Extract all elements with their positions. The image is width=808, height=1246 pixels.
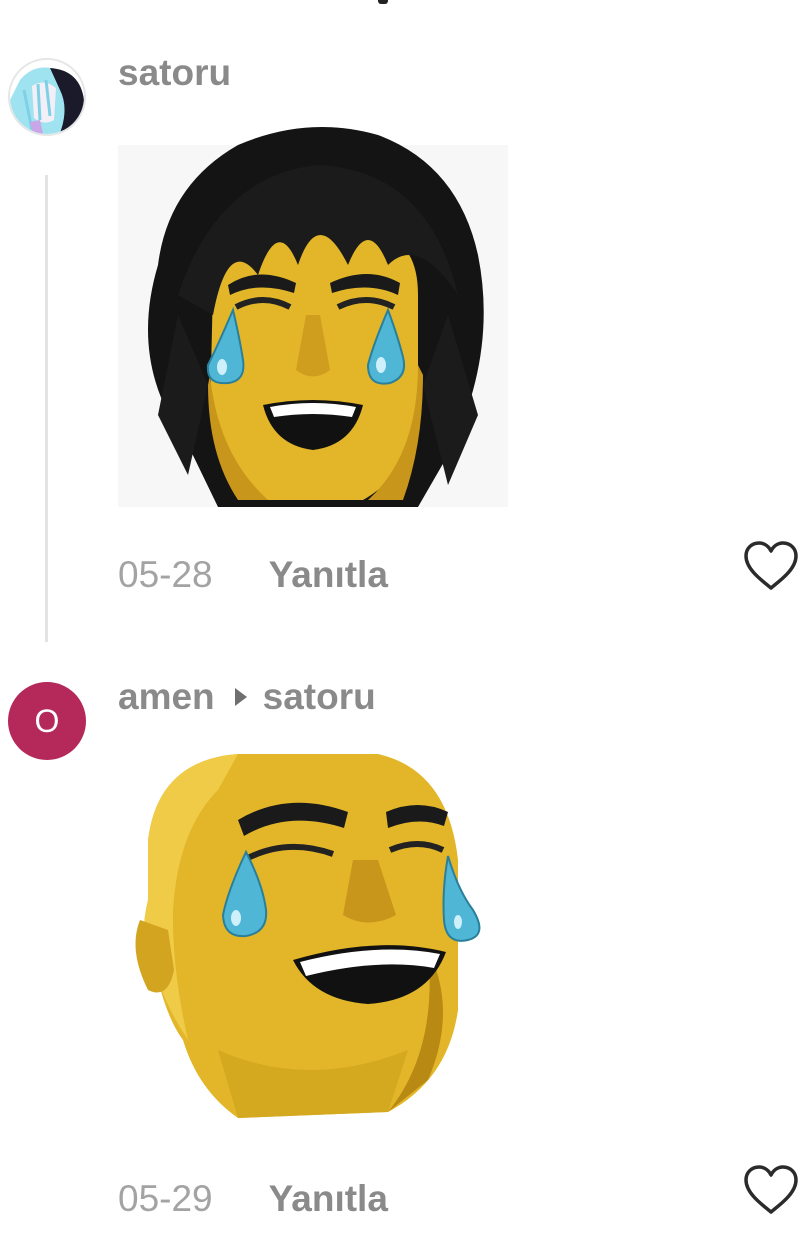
- avatar-image: [10, 60, 84, 134]
- thread-line: [45, 175, 48, 642]
- avatar[interactable]: [8, 58, 86, 136]
- sticker-image[interactable]: [118, 115, 508, 507]
- username[interactable]: amen: [118, 676, 215, 718]
- reply-to-username[interactable]: satoru: [263, 676, 376, 718]
- avatar-letter: O: [34, 702, 60, 739]
- comment-date: 05-29: [118, 1178, 213, 1219]
- like-heart-icon[interactable]: [742, 540, 800, 592]
- comment-date: 05-28: [118, 554, 213, 595]
- reply-button[interactable]: Yanıtla: [269, 1178, 388, 1220]
- comment-item: satoru 05-28 Yanıtla: [0, 0, 808, 650]
- comment-header: satoru: [118, 52, 231, 94]
- avatar[interactable]: O: [8, 682, 86, 760]
- comment-meta: 05-29 Yanıtla: [118, 1178, 388, 1220]
- sticker-image[interactable]: [128, 750, 498, 1122]
- like-heart-icon[interactable]: [742, 1164, 800, 1216]
- comment-header: amen satoru: [118, 676, 376, 718]
- username[interactable]: satoru: [118, 52, 231, 94]
- reply-arrow-icon: [234, 688, 247, 706]
- comment-meta: 05-28 Yanıtla: [118, 554, 388, 596]
- reply-button[interactable]: Yanıtla: [269, 554, 388, 596]
- comment-item: O amen satoru 05-29 Yanıtla: [0, 650, 808, 1246]
